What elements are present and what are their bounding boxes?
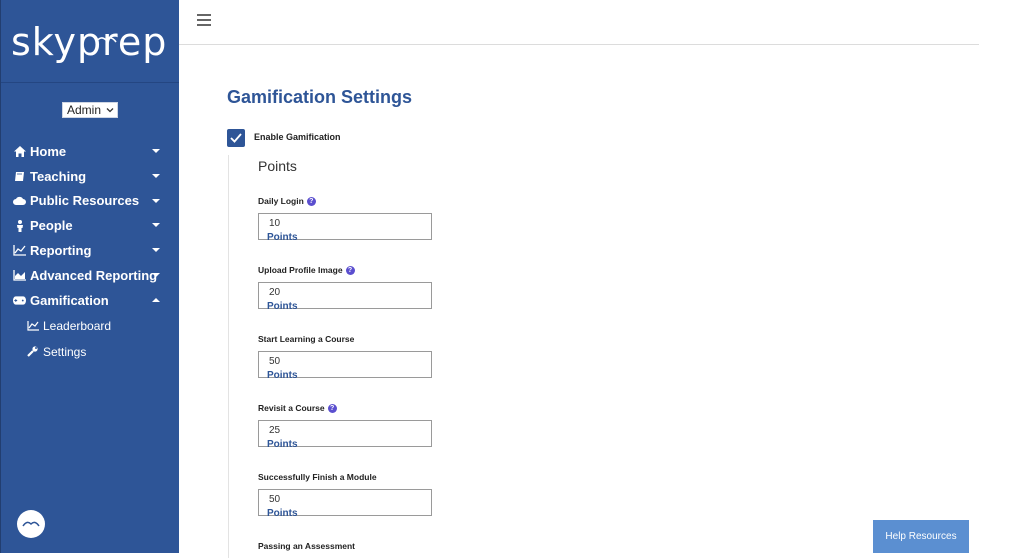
sidebar-item-people[interactable]: People — [1, 213, 179, 238]
caret-down-icon — [152, 149, 160, 153]
skyprep-logo[interactable]: skyprep — [11, 18, 171, 68]
sidebar-item-label: Public Resources — [30, 193, 140, 209]
field-label: Successfully Finish a Module — [258, 472, 377, 482]
help-icon[interactable]: ? — [345, 265, 355, 275]
line-chart-icon — [13, 245, 26, 257]
sidebar-subitem-settings[interactable]: Settings — [1, 339, 179, 365]
field-label: Passing an Assessment — [258, 541, 356, 551]
sidebar-item-label: People — [30, 218, 73, 234]
line-chart-icon — [27, 320, 40, 332]
field-unit: Points — [267, 508, 298, 519]
book-icon — [13, 170, 26, 182]
field-label: Start Learning a Course — [258, 334, 355, 344]
sidebar-item-label: Reporting — [30, 243, 92, 259]
sidebar: skyprep Admin Home Teaching Public Resou… — [0, 0, 179, 553]
help-icon[interactable]: ? — [306, 196, 316, 206]
field-revisit-course: Revisit a Course ? 25 Points — [258, 402, 458, 450]
gamepad-icon — [13, 294, 26, 306]
app: skyprep Admin Home Teaching Public Resou… — [0, 0, 1024, 558]
points-section-title: Points — [258, 158, 297, 174]
field-unit: Points — [267, 301, 298, 312]
sidebar-item-label: Home — [30, 143, 67, 159]
page-title: Gamification Settings — [227, 87, 413, 107]
field-passing-assessment: Passing an Assessment — [258, 540, 458, 552]
field-label: Daily Login — [258, 196, 304, 206]
area-chart-icon — [13, 269, 26, 281]
sidebar-item-label: Advanced Reporting — [30, 267, 158, 283]
sidebar-divider — [1, 82, 179, 83]
field-start-learning-course: Start Learning a Course 50 Points — [258, 333, 458, 381]
field-unit: Points — [267, 232, 298, 243]
caret-down-icon — [152, 223, 160, 228]
sidebar-item-label: Teaching — [30, 168, 87, 184]
field-finish-module: Successfully Finish a Module 50 Points — [258, 471, 458, 519]
caret-down-icon — [152, 198, 160, 203]
sidebar-subitem-label: Leaderboard — [43, 318, 112, 333]
field-label: Revisit a Course — [258, 403, 325, 413]
home-icon — [13, 145, 26, 157]
help-icon[interactable]: ? — [327, 403, 337, 413]
sidebar-item-gamification[interactable]: Gamification — [1, 288, 179, 313]
person-icon — [13, 219, 26, 232]
header-divider — [179, 44, 979, 45]
sidebar-item-public-resources[interactable]: Public Resources — [1, 189, 179, 214]
field-unit: Points — [267, 439, 298, 450]
sidebar-nav: Home Teaching Public Resources People Re… — [1, 139, 179, 365]
role-select-value: Admin — [67, 103, 102, 117]
wrench-icon — [27, 346, 40, 358]
enable-gamification-checkbox[interactable] — [227, 129, 245, 147]
caret-down-icon — [152, 173, 160, 178]
caret-down-icon — [152, 272, 160, 277]
skyprep-badge-icon[interactable] — [17, 510, 45, 538]
sidebar-item-teaching[interactable]: Teaching — [1, 164, 179, 189]
help-resources-button[interactable]: Help Resources — [873, 520, 969, 553]
field-daily-login: Daily Login ? 10 Points — [258, 195, 458, 243]
caret-up-icon — [152, 297, 160, 302]
logo-swoosh-icon — [95, 37, 117, 43]
cloud-icon — [13, 195, 26, 207]
logo-text: skyprep — [11, 20, 168, 64]
role-select[interactable]: Admin — [62, 102, 118, 118]
menu-icon[interactable] — [197, 14, 211, 26]
sidebar-item-home[interactable]: Home — [1, 139, 179, 164]
check-icon — [230, 133, 242, 143]
field-upload-profile-image: Upload Profile Image ? 20 Points — [258, 264, 458, 312]
enable-gamification-label: Enable Gamification — [254, 132, 341, 142]
sidebar-subitem-label: Settings — [43, 344, 87, 359]
sidebar-item-reporting[interactable]: Reporting — [1, 238, 179, 263]
sidebar-item-label: Gamification — [30, 292, 109, 308]
chevron-down-icon — [106, 108, 114, 113]
sidebar-item-advanced-reporting[interactable]: Advanced Reporting — [1, 263, 179, 288]
field-unit: Points — [267, 370, 298, 381]
section-border — [228, 155, 229, 558]
caret-down-icon — [152, 248, 160, 253]
sidebar-subitem-leaderboard[interactable]: Leaderboard — [1, 313, 179, 339]
field-label: Upload Profile Image — [258, 265, 343, 275]
